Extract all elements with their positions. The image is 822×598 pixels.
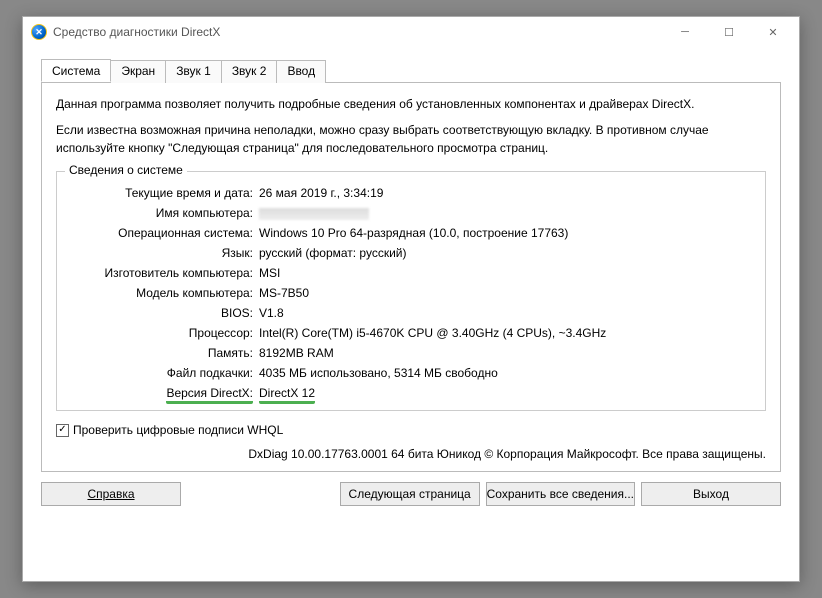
info-label: Память: — [69, 344, 259, 362]
titlebar[interactable]: Средство диагностики DirectX ─ ☐ ✕ — [23, 17, 799, 47]
info-value: 8192MB RAM — [259, 344, 753, 362]
info-row: Имя компьютера: — [69, 204, 753, 222]
tab-input[interactable]: Ввод — [276, 60, 326, 83]
button-bar: Справка Следующая страница Сохранить все… — [41, 482, 781, 506]
tab-sound2[interactable]: Звук 2 — [221, 60, 278, 83]
info-value: 26 мая 2019 г., 3:34:19 — [259, 184, 753, 202]
content-area: Система Экран Звук 1 Звук 2 Ввод Данная … — [23, 47, 799, 520]
info-label: Имя компьютера: — [69, 204, 259, 222]
dxdiag-icon — [31, 24, 47, 40]
whql-checkbox[interactable]: ✓ — [56, 424, 69, 437]
info-value: русский (формат: русский) — [259, 244, 753, 262]
tab-sound1[interactable]: Звук 1 — [165, 60, 222, 83]
info-value: Intel(R) Core(TM) i5-4670K CPU @ 3.40GHz… — [259, 324, 753, 342]
info-label: Файл подкачки: — [69, 364, 259, 382]
info-label: Версия DirectX: — [69, 384, 259, 402]
tab-panel-system: Данная программа позволяет получить подр… — [41, 82, 781, 472]
info-label: Язык: — [69, 244, 259, 262]
whql-checkbox-row[interactable]: ✓ Проверить цифровые подписи WHQL — [56, 423, 766, 437]
info-label: Изготовитель компьютера: — [69, 264, 259, 282]
info-value: 4035 МБ использовано, 5314 МБ свободно — [259, 364, 753, 382]
maximize-button[interactable]: ☐ — [707, 18, 751, 46]
description-2: Если известна возможная причина неполадк… — [56, 121, 766, 157]
exit-button[interactable]: Выход — [641, 482, 781, 506]
info-value — [259, 204, 753, 222]
help-button[interactable]: Справка — [41, 482, 181, 506]
window-title: Средство диагностики DirectX — [53, 25, 220, 39]
description-1: Данная программа позволяет получить подр… — [56, 95, 766, 113]
info-value: MSI — [259, 264, 753, 282]
next-page-button[interactable]: Следующая страница — [340, 482, 480, 506]
info-row: Изготовитель компьютера:MSI — [69, 264, 753, 282]
info-row: BIOS:V1.8 — [69, 304, 753, 322]
info-label: Процессор: — [69, 324, 259, 342]
info-label: Операционная система: — [69, 224, 259, 242]
tab-strip: Система Экран Звук 1 Звук 2 Ввод — [41, 59, 781, 82]
info-row: Модель компьютера:MS-7B50 — [69, 284, 753, 302]
info-label: Модель компьютера: — [69, 284, 259, 302]
info-label: Текущие время и дата: — [69, 184, 259, 202]
dxdiag-window: Средство диагностики DirectX ─ ☐ ✕ Систе… — [22, 16, 800, 582]
info-value: MS-7B50 — [259, 284, 753, 302]
minimize-button[interactable]: ─ — [663, 18, 707, 46]
tab-display[interactable]: Экран — [110, 60, 166, 83]
info-value: V1.8 — [259, 304, 753, 322]
info-row: Память:8192MB RAM — [69, 344, 753, 362]
info-row: Процессор:Intel(R) Core(TM) i5-4670K CPU… — [69, 324, 753, 342]
save-all-button[interactable]: Сохранить все сведения... — [486, 482, 635, 506]
close-button[interactable]: ✕ — [751, 18, 795, 46]
fieldset-legend: Сведения о системе — [65, 163, 187, 177]
copyright-text: DxDiag 10.00.17763.0001 64 бита Юникод ©… — [56, 447, 766, 461]
whql-checkbox-label: Проверить цифровые подписи WHQL — [73, 423, 283, 437]
info-value: Windows 10 Pro 64-разрядная (10.0, постр… — [259, 224, 753, 242]
info-row: Операционная система:Windows 10 Pro 64-р… — [69, 224, 753, 242]
tab-system[interactable]: Система — [41, 59, 111, 82]
info-row: Текущие время и дата:26 мая 2019 г., 3:3… — [69, 184, 753, 202]
system-info-fieldset: Сведения о системе Текущие время и дата:… — [56, 171, 766, 411]
info-value: DirectX 12 — [259, 384, 753, 402]
info-label: BIOS: — [69, 304, 259, 322]
info-row: Версия DirectX:DirectX 12 — [69, 384, 753, 402]
info-row: Язык:русский (формат: русский) — [69, 244, 753, 262]
info-row: Файл подкачки:4035 МБ использовано, 5314… — [69, 364, 753, 382]
